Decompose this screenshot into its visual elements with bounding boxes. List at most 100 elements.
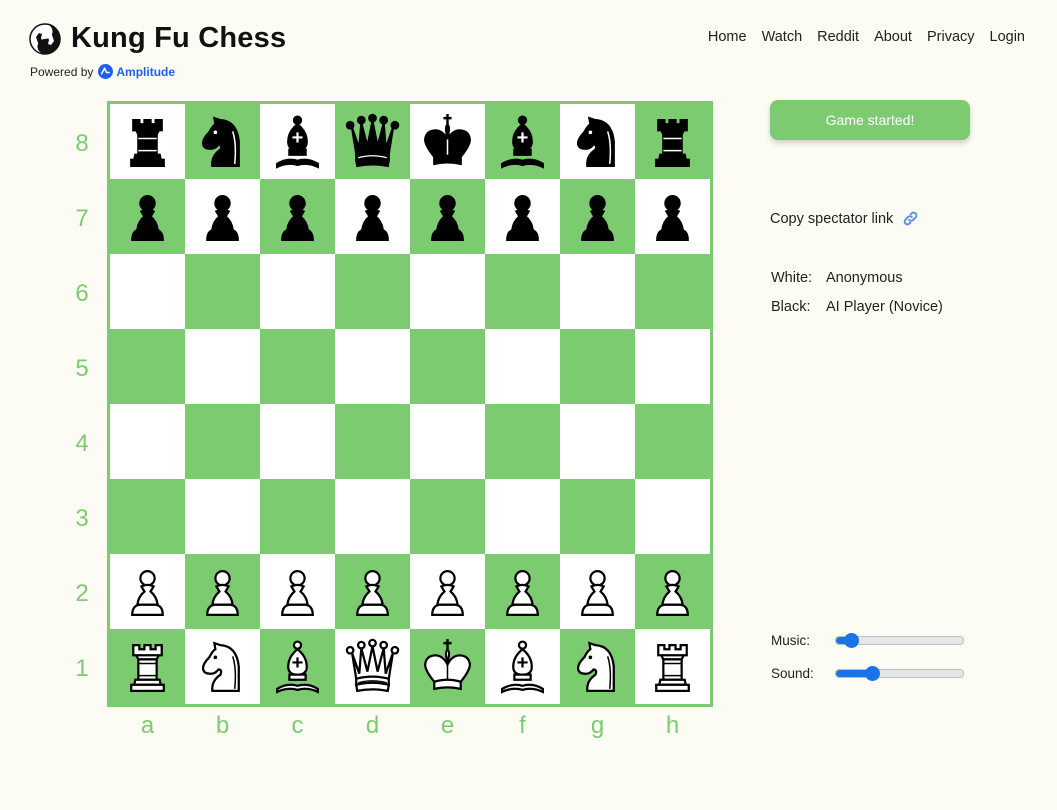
square-a2[interactable] [110, 554, 185, 629]
copy-spectator-link[interactable]: Copy spectator link [770, 210, 919, 227]
white-pawn-icon[interactable] [192, 561, 253, 622]
square-b5[interactable] [185, 329, 260, 404]
square-g8[interactable] [560, 104, 635, 179]
game-started-button[interactable]: Game started! [770, 100, 970, 140]
black-rook-icon[interactable] [642, 111, 703, 172]
square-e2[interactable] [410, 554, 485, 629]
square-g4[interactable] [560, 404, 635, 479]
white-knight-icon[interactable] [192, 636, 253, 697]
square-e3[interactable] [410, 479, 485, 554]
sound-slider-thumb[interactable] [864, 666, 880, 681]
square-e7[interactable] [410, 179, 485, 254]
black-pawn-icon[interactable] [417, 186, 478, 247]
square-a1[interactable] [110, 629, 185, 704]
square-b6[interactable] [185, 254, 260, 329]
square-h2[interactable] [635, 554, 710, 629]
nav-reddit[interactable]: Reddit [817, 29, 859, 45]
black-rook-icon[interactable] [117, 111, 178, 172]
square-d1[interactable] [335, 629, 410, 704]
square-d7[interactable] [335, 179, 410, 254]
square-d3[interactable] [335, 479, 410, 554]
black-knight-icon[interactable] [567, 111, 628, 172]
square-f3[interactable] [485, 479, 560, 554]
black-queen-icon[interactable] [342, 111, 403, 172]
white-rook-icon[interactable] [117, 636, 178, 697]
square-b2[interactable] [185, 554, 260, 629]
square-d2[interactable] [335, 554, 410, 629]
white-king-icon[interactable] [417, 636, 478, 697]
black-pawn-icon[interactable] [567, 186, 628, 247]
white-pawn-icon[interactable] [117, 561, 178, 622]
square-c5[interactable] [260, 329, 335, 404]
white-bishop-icon[interactable] [267, 636, 328, 697]
square-h5[interactable] [635, 329, 710, 404]
square-a7[interactable] [110, 179, 185, 254]
square-a3[interactable] [110, 479, 185, 554]
powered-by[interactable]: Powered by Amplitude [30, 64, 175, 79]
black-bishop-icon[interactable] [492, 111, 553, 172]
square-e8[interactable] [410, 104, 485, 179]
black-bishop-icon[interactable] [267, 111, 328, 172]
white-rook-icon[interactable] [642, 636, 703, 697]
square-f5[interactable] [485, 329, 560, 404]
black-pawn-icon[interactable] [642, 186, 703, 247]
sound-volume-slider[interactable] [835, 666, 964, 681]
square-c2[interactable] [260, 554, 335, 629]
square-d8[interactable] [335, 104, 410, 179]
nav-watch[interactable]: Watch [762, 29, 803, 45]
square-a4[interactable] [110, 404, 185, 479]
white-pawn-icon[interactable] [342, 561, 403, 622]
nav-home[interactable]: Home [708, 29, 747, 45]
square-g1[interactable] [560, 629, 635, 704]
square-c8[interactable] [260, 104, 335, 179]
white-bishop-icon[interactable] [492, 636, 553, 697]
black-pawn-icon[interactable] [342, 186, 403, 247]
square-g6[interactable] [560, 254, 635, 329]
nav-privacy[interactable]: Privacy [927, 29, 975, 45]
square-h7[interactable] [635, 179, 710, 254]
square-e4[interactable] [410, 404, 485, 479]
square-a5[interactable] [110, 329, 185, 404]
square-b7[interactable] [185, 179, 260, 254]
music-volume-slider[interactable] [835, 633, 964, 648]
black-knight-icon[interactable] [192, 111, 253, 172]
square-a8[interactable] [110, 104, 185, 179]
square-c7[interactable] [260, 179, 335, 254]
square-c4[interactable] [260, 404, 335, 479]
black-king-icon[interactable] [417, 111, 478, 172]
square-e1[interactable] [410, 629, 485, 704]
square-e6[interactable] [410, 254, 485, 329]
black-pawn-icon[interactable] [492, 186, 553, 247]
square-h1[interactable] [635, 629, 710, 704]
nav-about[interactable]: About [874, 29, 912, 45]
square-d6[interactable] [335, 254, 410, 329]
square-g3[interactable] [560, 479, 635, 554]
square-g5[interactable] [560, 329, 635, 404]
square-g2[interactable] [560, 554, 635, 629]
square-g7[interactable] [560, 179, 635, 254]
black-pawn-icon[interactable] [192, 186, 253, 247]
white-pawn-icon[interactable] [492, 561, 553, 622]
square-e5[interactable] [410, 329, 485, 404]
black-pawn-icon[interactable] [267, 186, 328, 247]
square-f2[interactable] [485, 554, 560, 629]
square-b8[interactable] [185, 104, 260, 179]
white-knight-icon[interactable] [567, 636, 628, 697]
square-f4[interactable] [485, 404, 560, 479]
square-f7[interactable] [485, 179, 560, 254]
square-d5[interactable] [335, 329, 410, 404]
square-c1[interactable] [260, 629, 335, 704]
music-slider-thumb[interactable] [844, 633, 860, 648]
white-pawn-icon[interactable] [267, 561, 328, 622]
nav-login[interactable]: Login [990, 29, 1025, 45]
square-f8[interactable] [485, 104, 560, 179]
square-h3[interactable] [635, 479, 710, 554]
square-h8[interactable] [635, 104, 710, 179]
square-h4[interactable] [635, 404, 710, 479]
square-b3[interactable] [185, 479, 260, 554]
square-h6[interactable] [635, 254, 710, 329]
white-pawn-icon[interactable] [642, 561, 703, 622]
square-d4[interactable] [335, 404, 410, 479]
square-c6[interactable] [260, 254, 335, 329]
white-queen-icon[interactable] [342, 636, 403, 697]
